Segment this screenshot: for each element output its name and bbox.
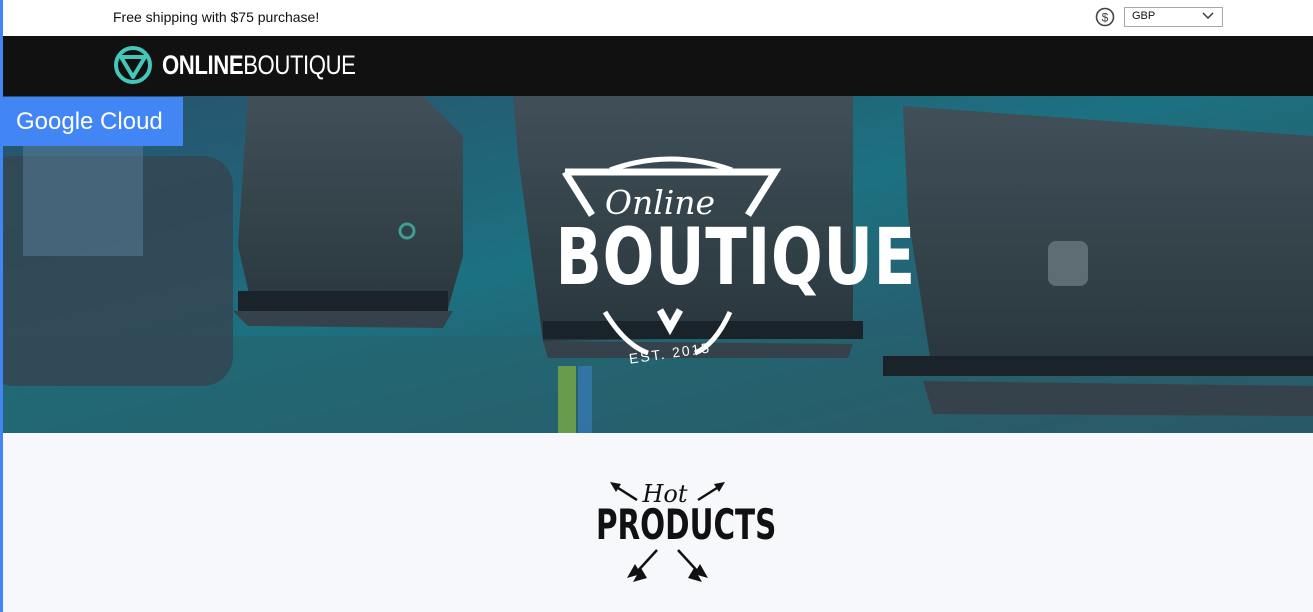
google-cloud-badge[interactable]: Google Cloud xyxy=(3,97,183,146)
left-accent-rail xyxy=(0,0,3,612)
dollar-circle-icon: $ xyxy=(1095,7,1115,27)
brand-logo-bold: ONLINE xyxy=(162,50,244,80)
brand-logo-light: BOUTIQUE xyxy=(243,50,356,80)
triangle-circle-logo-icon[interactable] xyxy=(113,45,153,85)
currency-select[interactable]: GBP xyxy=(1124,7,1223,27)
brand-logo-link[interactable]: ONLINEBOUTIQUE xyxy=(162,50,356,81)
chevron-down-icon xyxy=(1202,12,1214,19)
top-bar: Free shipping with $75 purchase! $ GBP xyxy=(0,0,1313,36)
hot-products-heading: PRODUCTS xyxy=(596,500,777,549)
main-navbar: ONLINEBOUTIQUE xyxy=(3,36,1313,96)
google-cloud-label: Google Cloud xyxy=(16,108,163,135)
svg-text:$: $ xyxy=(1102,11,1109,25)
hero-logo-boutique-text: BOUTIQUE xyxy=(555,213,917,303)
free-shipping-text: Free shipping with $75 purchase! xyxy=(113,9,320,25)
currency-selected-value: GBP xyxy=(1132,10,1156,22)
